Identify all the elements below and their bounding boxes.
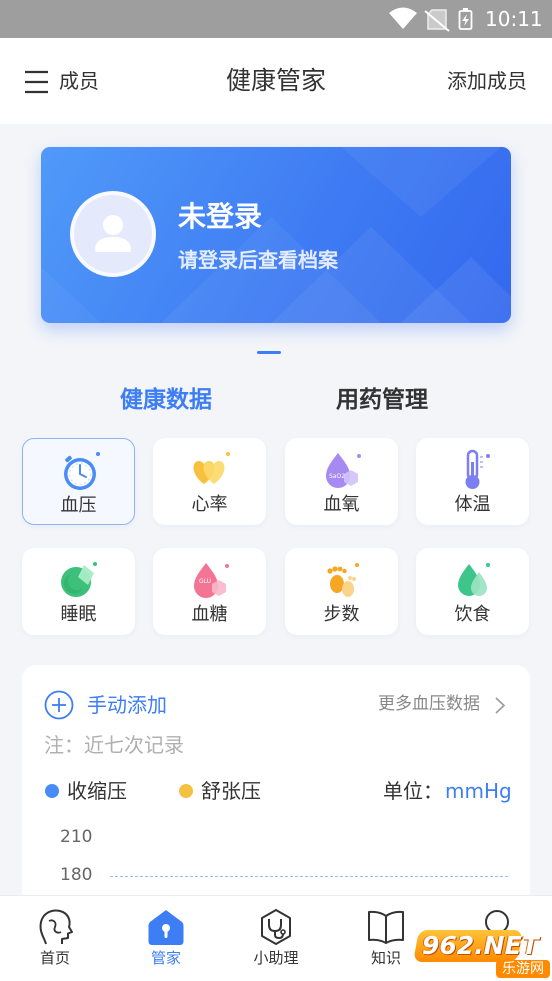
- carousel-indicator: [257, 351, 281, 354]
- blood-glucose-icon-text: GLU: [199, 578, 211, 585]
- profile-card[interactable]: 未登录 请登录后查看档案: [41, 147, 511, 323]
- metric-label: 心率: [191, 494, 228, 515]
- metric-tile-heart-rate[interactable]: 心率: [153, 438, 266, 525]
- chart-grid-line: [110, 876, 508, 877]
- avatar[interactable]: [70, 191, 156, 277]
- nav-item-assistant[interactable]: 小助理: [221, 896, 331, 981]
- more-data-link[interactable]: 更多血压数据: [378, 696, 480, 713]
- unit-value: mmHg: [445, 779, 512, 803]
- metric-tile-blood-pressure[interactable]: 血压: [22, 438, 135, 525]
- metric-label: 步数: [323, 604, 360, 625]
- metric-tile-sleep[interactable]: 睡眠: [22, 548, 135, 635]
- blood-glucose-icon: GLU: [194, 563, 229, 598]
- heart-rate-icon: [193, 452, 230, 484]
- metric-label: 体温: [454, 494, 491, 515]
- house-icon: [148, 910, 184, 945]
- app-header: 成员 健康管家 添加成员: [0, 38, 552, 124]
- thermometer-icon: [465, 449, 490, 489]
- no-sim-icon: [424, 9, 450, 32]
- diet-icon: [458, 563, 490, 596]
- legend-dot-systolic: [45, 784, 59, 798]
- blood-pressure-icon: [64, 452, 100, 490]
- manual-add-button[interactable]: 手动添加: [87, 695, 167, 715]
- records-note: 注：近七次记录: [44, 733, 184, 757]
- blood-oxygen-icon-text: SaO2: [329, 473, 345, 480]
- tab-health-data[interactable]: 健康数据: [120, 389, 212, 412]
- metric-label: 血氧: [323, 494, 360, 515]
- nav-label: 管家: [150, 949, 181, 967]
- metric-tile-temperature[interactable]: 体温: [416, 438, 529, 525]
- footsteps-icon: [327, 563, 359, 597]
- battery-charging-icon: [458, 8, 473, 30]
- watermark-brand: 962.NET: [422, 931, 539, 960]
- login-hint: 请登录后查看档案: [178, 248, 338, 272]
- metric-label: 血压: [60, 495, 97, 516]
- wifi-icon: [389, 7, 417, 29]
- blood-pressure-records-card: 手动添加 更多血压数据 注：近七次记录 收缩压 舒张压 单位： mmHg 210…: [22, 665, 530, 905]
- tab-medication[interactable]: 用药管理: [336, 389, 428, 412]
- status-time: 10:11: [485, 7, 543, 31]
- metric-tile-diet[interactable]: 饮食: [416, 548, 529, 635]
- chevron-right-icon[interactable]: [494, 697, 506, 714]
- legend-label-systolic: 收缩压: [67, 779, 127, 803]
- login-status: 未登录: [178, 200, 263, 233]
- watermark-name: 乐游网: [496, 960, 550, 978]
- book-icon: [368, 910, 404, 944]
- nav-item-butler[interactable]: 管家: [111, 896, 221, 981]
- home-head-icon: [39, 909, 73, 945]
- sleep-icon: [61, 562, 97, 597]
- legend-dot-diastolic: [179, 784, 193, 798]
- metric-tile-blood-oxygen[interactable]: SaO2 血氧: [285, 438, 398, 525]
- metric-label: 睡眠: [60, 604, 97, 625]
- assistant-stethoscope-icon: [261, 909, 291, 945]
- add-member-button[interactable]: 添加成员: [447, 71, 527, 91]
- metric-tile-blood-glucose[interactable]: GLU 血糖: [153, 548, 266, 635]
- site-watermark: 962.NET 乐游网: [412, 928, 550, 978]
- metric-label: 血糖: [191, 604, 228, 625]
- blood-oxygen-icon: SaO2: [326, 453, 361, 488]
- unit-label: 单位：: [383, 779, 443, 803]
- nav-item-home[interactable]: 首页: [0, 896, 110, 981]
- add-circle-icon[interactable]: [44, 690, 74, 720]
- y-axis-tick: 180: [60, 865, 93, 885]
- y-axis-tick: 210: [60, 827, 93, 847]
- metric-tile-steps[interactable]: 步数: [285, 548, 398, 635]
- status-bar: 10:11: [0, 0, 552, 38]
- metric-label: 饮食: [454, 604, 491, 625]
- nav-label: 首页: [39, 949, 70, 967]
- user-avatar-icon: [95, 215, 131, 252]
- legend-label-diastolic: 舒张压: [201, 779, 261, 803]
- nav-label: 小助理: [253, 949, 299, 967]
